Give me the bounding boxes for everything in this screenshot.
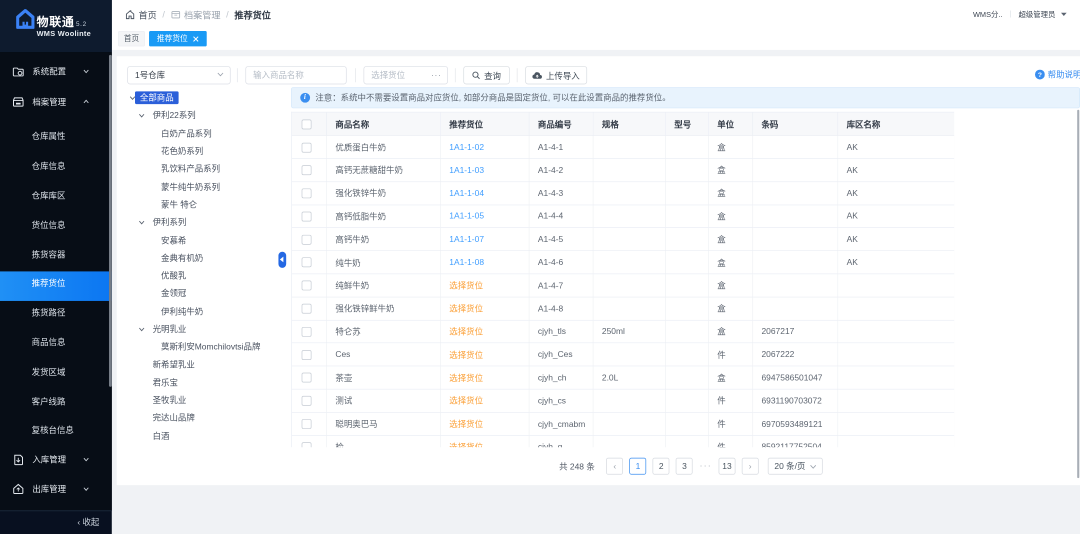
- svg-text:?: ?: [1038, 71, 1042, 78]
